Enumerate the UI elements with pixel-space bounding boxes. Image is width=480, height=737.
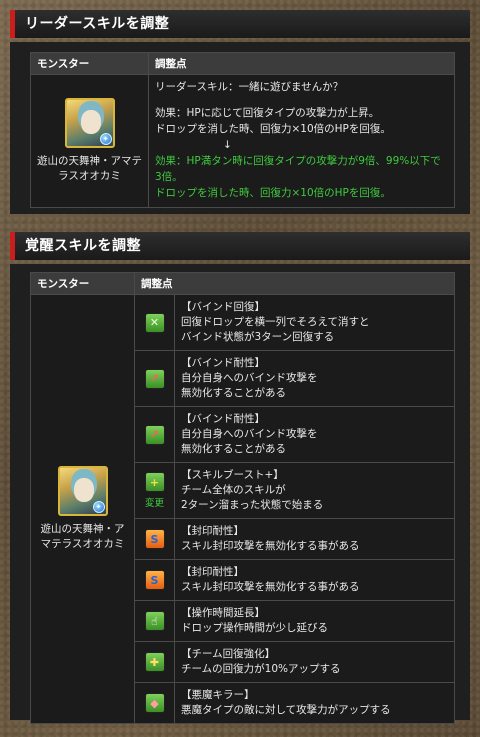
awakening-icon-cell: S (134, 518, 175, 560)
skill-boost-plus-icon: + (144, 472, 165, 492)
awakening-icon-cell: ◆ (134, 682, 175, 724)
attribute-orb-icon: ✦ (99, 133, 112, 145)
after-effect-line: ドロップを消した時、回復力×10倍のHPを回復。 (155, 187, 391, 199)
awakening-icon-cell: S (134, 559, 175, 601)
awakening-row: 【チーム回復強化】 チームの回復力が10%アップする (174, 641, 455, 683)
awakening-name: 【バインド回復】 (181, 301, 265, 313)
leader-skill-detail: リーダースキル：一緒に遊びませんか？ 効果：HPに応じて回復タイプの攻撃力が上昇… (148, 74, 455, 208)
leader-skill-panel: モンスター 調整点 ✦ 遊山の天舞神・アマテ ラスオオカミ リーダースキル：一緒… (10, 42, 470, 214)
awakening-row: 【操作時間延長】 ドロップ操作時間が少し延びる (174, 600, 455, 642)
awakening-icon-cell: + 変更 (134, 462, 175, 519)
awakening-skill-table: モンスター 調整点 ✦ 遊山の天舞神・ア マテラスオオカミ ✕ 【バインド回復】… (30, 272, 455, 724)
awakening-desc: 無効化することがある (181, 387, 286, 399)
time-extend-icon: ☝ (144, 611, 165, 631)
monster-name: 遊山の天舞神・ア マテラスオオカミ (40, 523, 125, 550)
monster-cell: ✦ 遊山の天舞神・アマテ ラスオオカミ (30, 74, 149, 208)
team-recovery-icon: ✚ (144, 652, 165, 672)
bind-resist-icon: ↗ (144, 368, 165, 389)
adjust-column-header: 調整点 (148, 52, 455, 75)
awakening-row: 【封印耐性】 スキル封印攻撃を無効化する事がある (174, 518, 455, 560)
awakening-desc: 2ターン溜まった状態で始まる (181, 499, 324, 511)
awakening-name: 【スキルブースト+】 (181, 469, 284, 481)
awakening-row: 【悪魔キラー】 悪魔タイプの敵に対して攻撃力がアップする (174, 682, 455, 724)
awakening-desc: ドロップ操作時間が少し延びる (181, 622, 328, 634)
monster-column-header: モンスター (30, 272, 135, 295)
awakening-desc: 悪魔タイプの敵に対して攻撃力がアップする (181, 704, 391, 716)
monster-cell: ✦ 遊山の天舞神・ア マテラスオオカミ (30, 294, 135, 724)
awakening-name: 【悪魔キラー】 (181, 689, 255, 701)
awakening-row: 【バインド耐性】 自分自身へのバインド攻撃を 無効化することがある (174, 350, 455, 407)
awakening-desc: 自分自身へのバインド攻撃を (181, 428, 318, 440)
awakening-desc: 無効化することがある (181, 443, 286, 455)
down-arrow-icon: ↓ (223, 139, 232, 151)
seal-resist-icon: S (144, 529, 165, 549)
attribute-orb-icon: ✦ (92, 501, 105, 513)
awakening-name: 【バインド耐性】 (181, 413, 265, 425)
change-label: 変更 (144, 498, 164, 509)
awakening-name: 【封印耐性】 (181, 566, 244, 578)
awakening-icon-cell: ✕ (134, 294, 175, 351)
bind-resist-icon: ↗ (144, 424, 165, 445)
awakening-desc: チームの回復力が10%アップする (181, 663, 341, 675)
awakening-row: 【スキルブースト+】 チーム全体のスキルが 2ターン溜まった状態で始まる (174, 462, 455, 519)
awakening-desc: チーム全体のスキルが (181, 484, 286, 496)
awakening-icon-cell: ↗ (134, 406, 175, 463)
awakening-desc: 自分自身へのバインド攻撃を (181, 372, 318, 384)
seal-resist-icon: S (144, 570, 165, 590)
devil-killer-icon: ◆ (144, 693, 165, 713)
awakening-desc: スキル封印攻撃を無効化する事がある (181, 540, 360, 552)
awakening-row: 【バインド回復】 回復ドロップを横一列でそろえて消すと バインド状態が3ターン回… (174, 294, 455, 351)
awakening-icon-cell: ↗ (134, 350, 175, 407)
monster-portrait-icon[interactable]: ✦ (57, 466, 108, 516)
awakening-row: 【封印耐性】 スキル封印攻撃を無効化する事がある (174, 559, 455, 601)
awakening-icon-cell: ✚ (134, 641, 175, 683)
after-effect-line: 3倍。 (155, 171, 183, 183)
leader-skill-table: モンスター 調整点 ✦ 遊山の天舞神・アマテ ラスオオカミ リーダースキル：一緒… (30, 52, 455, 208)
awakening-name: 【チーム回復強化】 (181, 648, 276, 660)
awakening-desc: 回復ドロップを横一列でそろえて消すと (181, 316, 370, 328)
monster-column-header: モンスター (30, 52, 149, 75)
monster-name: 遊山の天舞神・アマテ ラスオオカミ (37, 155, 142, 182)
bind-recovery-icon: ✕ (144, 312, 165, 333)
adjust-column-header: 調整点 (134, 272, 455, 295)
awakening-name: 【操作時間延長】 (181, 607, 265, 619)
awakening-name: 【封印耐性】 (181, 525, 244, 537)
awakening-desc: バインド状態が3ターン回復する (181, 331, 335, 343)
leader-skill-section-title: リーダースキルを調整 (10, 10, 470, 38)
monster-portrait-icon[interactable]: ✦ (64, 98, 115, 148)
before-effect-line: ドロップを消した時、回復力×10倍のHPを回復。 (155, 123, 391, 135)
awakening-name: 【バインド耐性】 (181, 357, 265, 369)
awakening-skill-section-title: 覚醒スキルを調整 (10, 232, 470, 260)
awakening-icon-cell: ☝ (134, 600, 175, 642)
awakening-desc: スキル封印攻撃を無効化する事がある (181, 581, 360, 593)
awakening-row: 【バインド耐性】 自分自身へのバインド攻撃を 無効化することがある (174, 406, 455, 463)
leader-skill-name: リーダースキル：一緒に遊びませんか？ (155, 81, 344, 93)
after-effect-line: 効果：HP満タン時に回復タイプの攻撃力が9倍、99%以下で (155, 155, 441, 167)
awakening-skill-panel: モンスター 調整点 ✦ 遊山の天舞神・ア マテラスオオカミ ✕ 【バインド回復】… (10, 264, 470, 724)
before-effect-line: 効果：HPに応じて回復タイプの攻撃力が上昇。 (155, 107, 380, 119)
